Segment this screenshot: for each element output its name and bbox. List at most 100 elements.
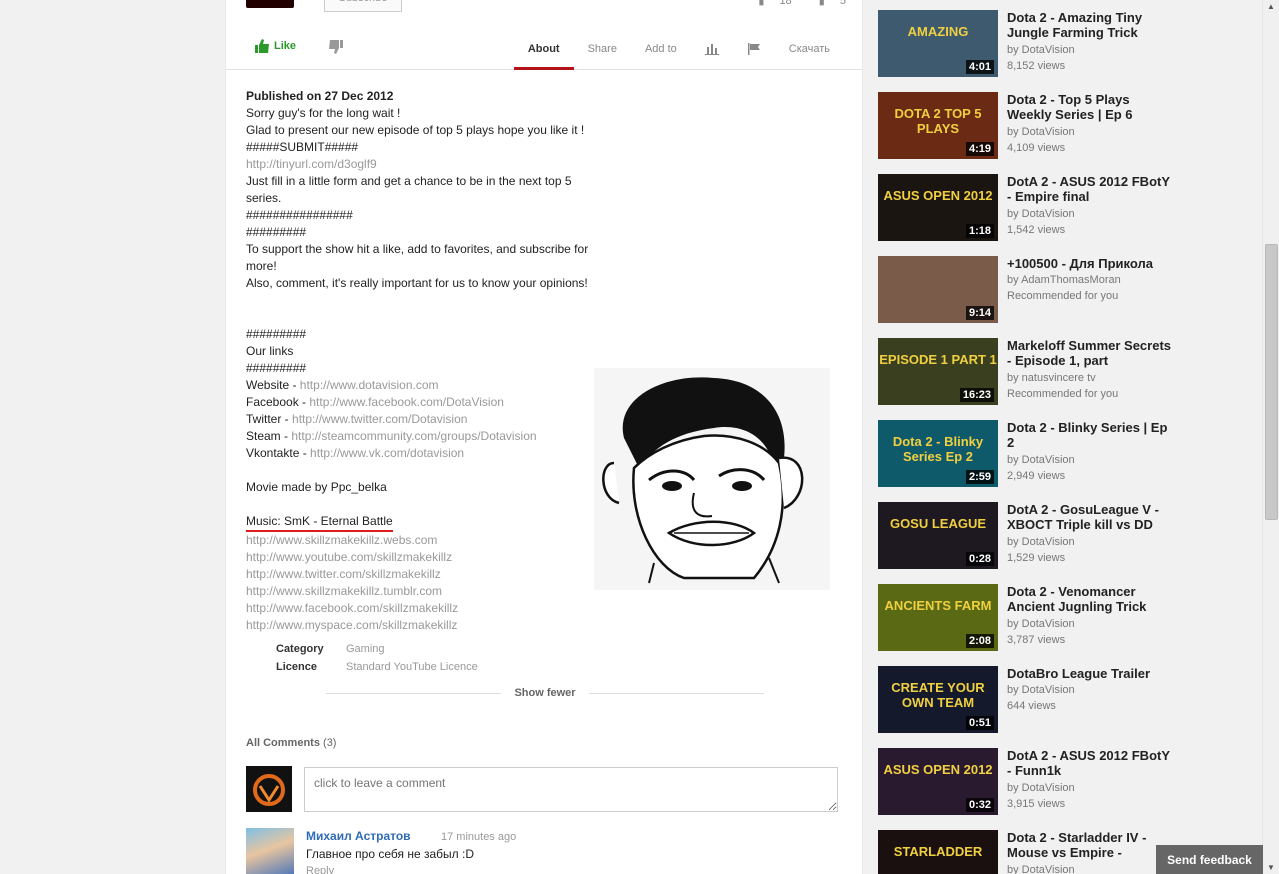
comment-author[interactable]: Михаил Астратов [306, 829, 411, 843]
dislike-button[interactable] [328, 39, 344, 55]
video-channel[interactable]: by DotaVision [1007, 780, 1075, 796]
thumbnail-caption: ANCIENTS FARM [884, 598, 992, 613]
flag-icon [747, 43, 760, 56]
music-link[interactable]: http://www.facebook.com/skillzmakekillz [246, 600, 636, 617]
tab-report[interactable] [733, 30, 775, 70]
video-title[interactable]: DotA 2 - GosuLeague V - XBOCT Triple kil… [1007, 502, 1177, 532]
related-video-item[interactable]: EPISODE 1 PART 1 16:23 Markeloff Summer Se… [878, 338, 1248, 406]
video-channel[interactable]: by DotaVision [1007, 452, 1075, 468]
video-views: 2,949 views [1007, 470, 1066, 482]
comment-time[interactable]: 17 minutes ago [441, 831, 516, 843]
video-title[interactable]: +100500 - Для Прикола [1007, 256, 1177, 271]
video-thumbnail[interactable]: 9:14 [878, 256, 998, 323]
vk-link[interactable]: http://www.vk.com/dotavision [310, 446, 464, 460]
video-channel[interactable]: by AdamThomasMoran [1007, 272, 1121, 288]
tab-stats[interactable] [691, 30, 733, 70]
desc-line: Sorry guy's for the long wait ! [246, 106, 401, 120]
video-title[interactable]: Dota 2 - Starladder IV - Mouse vs Empire… [1007, 830, 1177, 860]
video-thumbnail[interactable]: DOTA 2 TOP 5 PLAYS 4:19 [878, 92, 998, 159]
related-video-item[interactable]: ANCIENTS FARM 2:08 Dota 2 - Venomancer Anc… [878, 584, 1248, 652]
commenter-avatar[interactable] [246, 828, 294, 874]
video-channel[interactable]: by DotaVision [1007, 616, 1075, 632]
video-thumbnail[interactable]: ASUS OPEN 2012 1:18 [878, 174, 998, 241]
related-video-item[interactable]: Dota 2 - Blinky Series Ep 2 2:59 Dota 2 - … [878, 420, 1248, 488]
music-link[interactable]: http://www.skillzmakekillz.tumblr.com [246, 583, 636, 600]
video-title[interactable]: Dota 2 - Blinky Series | Ep 2 [1007, 420, 1177, 450]
video-channel[interactable]: by DotaVision [1007, 534, 1075, 550]
video-duration: 1:18 [965, 224, 994, 238]
music-link[interactable]: http://www.myspace.com/skillzmakekillz [246, 617, 636, 634]
video-thumbnail[interactable]: STARLADDER [878, 830, 998, 874]
comments-count: (3) [323, 737, 337, 749]
action-bar: Like About Share Add to Скачать [226, 30, 862, 70]
video-thumbnail[interactable]: AMAZING 4:01 [878, 10, 998, 77]
related-video-item[interactable]: ASUS OPEN 2012 0:32 DotA 2 - ASUS 2012 FBo… [878, 748, 1248, 816]
comment-input[interactable] [304, 767, 838, 812]
video-thumbnail[interactable]: CREATE YOUR OWN TEAM 0:51 [878, 666, 998, 733]
music-link[interactable]: http://www.twitter.com/skillzmakekillz [246, 566, 636, 583]
related-video-item[interactable]: ASUS OPEN 2012 1:18 DotA 2 - ASUS 2012 FBo… [878, 174, 1248, 242]
video-title[interactable]: DotA 2 - ASUS 2012 FBotY - Funn1k [1007, 748, 1177, 778]
video-channel[interactable]: by DotaVision [1007, 682, 1075, 698]
desc-line: more! [246, 259, 277, 273]
like-button[interactable]: Like [254, 38, 296, 54]
related-video-item[interactable]: 9:14 +100500 - Для Прикола by AdamThomasMo… [878, 256, 1248, 324]
thumbs-up-icon: ▮ [758, 0, 765, 7]
licence-value: Standard YouTube Licence [346, 661, 478, 673]
video-title[interactable]: Dota 2 - Top 5 Plays Weekly Series | Ep … [1007, 92, 1177, 122]
video-views: Recommended for you [1007, 290, 1119, 302]
video-title[interactable]: DotaBro League Trailer [1007, 666, 1177, 681]
desc-line: Also, comment, it's really important for… [246, 276, 588, 290]
tab-about[interactable]: About [513, 30, 574, 70]
video-channel[interactable]: by natusvincere tv [1007, 370, 1096, 386]
video-views: 1,542 views [1007, 224, 1066, 236]
scroll-up-arrow-icon[interactable]: ▲ [1267, 2, 1275, 11]
music-link[interactable]: http://www.skillzmakekillz.webs.com [246, 532, 636, 549]
related-video-item[interactable]: DOTA 2 TOP 5 PLAYS 4:19 Dota 2 - Top 5 Pla… [878, 92, 1248, 160]
send-feedback-button[interactable]: Send feedback [1156, 845, 1263, 874]
related-video-item[interactable]: CREATE YOUR OWN TEAM 0:51 DotaBro League T… [878, 666, 1248, 734]
video-channel[interactable]: by DotaVision [1007, 206, 1075, 222]
scroll-down-arrow-icon[interactable]: ▼ [1267, 863, 1275, 872]
video-thumbnail[interactable]: GOSU LEAGUE 0:28 [878, 502, 998, 569]
website-link[interactable]: http://www.dotavision.com [300, 378, 439, 392]
rating-stats: ▮ 18 ▮ 5 [734, 0, 846, 7]
category-value[interactable]: Gaming [346, 643, 385, 655]
video-title[interactable]: Markeloff Summer Secrets - Episode 1, pa… [1007, 338, 1177, 368]
facebook-link[interactable]: http://www.facebook.com/DotaVision [309, 395, 504, 409]
thumbnail-caption: AMAZING [907, 24, 969, 39]
video-views: 3,915 views [1007, 798, 1066, 810]
video-title[interactable]: Dota 2 - Venomancer Ancient Jugnling Tri… [1007, 584, 1177, 614]
related-video-item[interactable]: AMAZING 4:01 Dota 2 - Amazing Tiny Jungle … [878, 10, 1248, 78]
steam-link[interactable]: http://steamcommunity.com/groups/Dotavis… [291, 429, 536, 443]
tab-share[interactable]: Share [574, 30, 631, 70]
stats-icon [704, 44, 719, 56]
video-views: 8,152 views [1007, 60, 1066, 72]
video-channel[interactable]: by DotaVision [1007, 124, 1075, 140]
show-fewer-button[interactable]: Show fewer [326, 686, 764, 700]
comment-reply-button[interactable]: Reply [306, 865, 334, 874]
video-channel[interactable]: by DotaVision [1007, 42, 1075, 58]
video-thumbnail[interactable]: EPISODE 1 PART 1 16:23 [878, 338, 998, 405]
scroll-thumb[interactable] [1265, 244, 1278, 520]
scrollbar[interactable]: ▲ ▼ [1262, 0, 1279, 874]
music-link[interactable]: http://www.youtube.com/skillzmakekillz [246, 549, 636, 566]
video-duration: 2:59 [965, 470, 994, 484]
tab-download[interactable]: Скачать [775, 30, 844, 70]
thumbnail-caption: EPISODE 1 PART 1 [879, 352, 997, 367]
video-thumbnail[interactable]: ANCIENTS FARM 2:08 [878, 584, 998, 651]
twitter-link[interactable]: http://www.twitter.com/Dotavision [292, 412, 467, 426]
video-channel[interactable]: by DotaVision [1007, 862, 1075, 874]
related-video-item[interactable]: GOSU LEAGUE 0:28 DotA 2 - GosuLeague V - X… [878, 502, 1248, 570]
channel-avatar[interactable] [246, 0, 294, 8]
show-fewer-label: Show fewer [514, 687, 576, 699]
subscribe-button[interactable]: Subscribe [324, 0, 402, 12]
video-thumbnail[interactable]: Dota 2 - Blinky Series Ep 2 2:59 [878, 420, 998, 487]
video-thumbnail[interactable]: ASUS OPEN 2012 0:32 [878, 748, 998, 815]
submit-link[interactable]: http://tinyurl.com/d3oglf9 [246, 156, 636, 173]
video-title[interactable]: DotA 2 - ASUS 2012 FBotY - Empire final [1007, 174, 1177, 204]
thumbs-down-icon: ▮ [818, 0, 825, 7]
video-metadata: Category Gaming Licence Standard YouTube L… [276, 640, 478, 676]
video-title[interactable]: Dota 2 - Amazing Tiny Jungle Farming Tri… [1007, 10, 1177, 40]
tab-add-to[interactable]: Add to [631, 30, 691, 70]
